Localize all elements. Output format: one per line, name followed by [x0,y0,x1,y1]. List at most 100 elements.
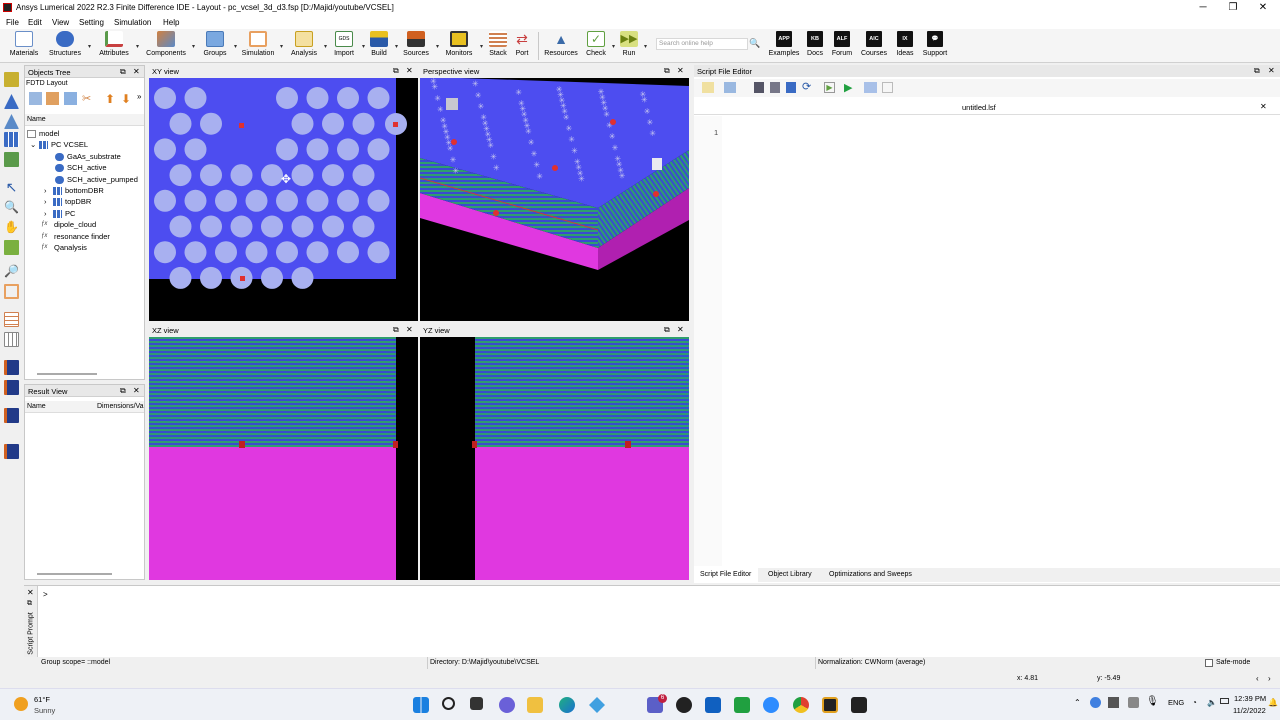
wifi-icon[interactable]: ◔ [1192,698,1197,707]
xz-view-canvas[interactable] [149,337,418,580]
scroll-left-icon[interactable]: ‹ [1256,674,1259,683]
import-button[interactable]: GDS Import ▾ [330,31,365,61]
chevron-down-icon[interactable]: ⌄ [30,140,39,149]
excel-icon[interactable] [734,697,750,713]
float-icon[interactable]: ⧉ [664,325,670,335]
view-xy-icon[interactable] [4,114,19,129]
components-button[interactable]: Components ▾ [144,31,195,61]
lumerical-fdtd-icon[interactable] [822,697,838,713]
script-text-area[interactable] [722,116,1280,566]
run-script-icon[interactable]: ▶ [824,82,835,93]
close-icon[interactable]: ✕ [677,325,684,334]
safe-mode-checkbox[interactable] [1205,659,1213,667]
port-button[interactable]: ⇄ Port [512,31,532,61]
menu-setting[interactable]: Setting [79,18,104,27]
stack-button[interactable]: Stack [486,31,510,61]
float-icon[interactable]: ⧉ [120,67,126,77]
simulation-button[interactable]: Simulation ▾ [240,31,283,61]
view-3d-icon[interactable] [4,94,19,109]
select-cursor-icon[interactable]: ↖ [4,180,19,195]
tree-item[interactable]: › bottomDBR [44,186,104,196]
tree-item[interactable]: model [27,129,59,139]
forum-button[interactable]: ALF Forum [830,31,854,61]
onedrive-icon[interactable] [1090,697,1101,708]
save-all-icon[interactable] [786,82,796,93]
edit-tool-icon[interactable] [4,72,19,87]
language-indicator[interactable]: ENG [1168,698,1184,707]
cut-icon[interactable]: ✂ [82,92,91,105]
perspective-view-canvas[interactable]: ✳ ✳ ✳ ✳ ✳ ✳ ✳ ✳ ✳ ✳ ✳ ✳ ✳ ✳ ✳ ✳ ✳ ✳ ✳ ✳ ✳ ✳ ✳ ✳ ✳ ✳ ✳ ✳ ✳ ✳ ✳ ✳ ✳ ✳ ✳ ✳ ✳ ✳ ✳ ✳… [420,78,689,321]
table-icon[interactable] [4,332,19,347]
save-as-icon[interactable] [770,82,780,93]
yz-view-canvas[interactable] [420,337,689,580]
debug-icon[interactable] [864,82,877,93]
resources-button[interactable]: ▲ Resources [543,31,579,61]
menu-file[interactable]: File [6,18,19,27]
tree-item[interactable]: ƒx resonance finder [41,232,110,241]
scroll-right-icon[interactable]: › [1268,674,1271,683]
chevron-right-icon[interactable]: › [44,186,53,195]
ideas-button[interactable]: IX Ideas [894,31,916,61]
dell-icon[interactable] [676,697,692,713]
courses-button[interactable]: AIC Courses [860,31,888,61]
zoom-icon[interactable] [763,697,779,713]
close-icon[interactable]: ✕ [133,67,140,76]
menu-help[interactable]: Help [163,18,179,27]
tree-item[interactable]: SCH_active [55,163,107,173]
z-slice-icon[interactable] [4,444,19,459]
search-icon[interactable] [442,697,455,710]
examples-button[interactable]: APP Examples [768,31,800,61]
groups-button[interactable]: Groups ▾ [200,31,237,61]
close-icon[interactable]: ✕ [133,386,140,395]
clock-time[interactable]: 12:39 PM [1234,694,1266,703]
move-down-icon[interactable]: ⬇ [121,92,131,106]
microphone-icon[interactable]: 🎙 [1146,696,1159,707]
snipping-tool-icon[interactable] [589,697,605,713]
docs-button[interactable]: KB Docs [804,31,826,61]
tray-app-2-icon[interactable] [1128,697,1139,708]
close-icon[interactable]: ✕ [677,66,684,75]
tree-item[interactable]: › PC [44,209,75,218]
tree-item[interactable]: › topDBR [44,197,91,207]
grid-icon[interactable] [4,132,19,147]
tree-item[interactable]: ƒx Qanalysis [41,243,87,252]
script-file-tab[interactable]: untitled.lsf [962,103,996,112]
chevron-up-icon[interactable]: ⌃ [1074,698,1081,707]
x-axis-icon[interactable] [4,380,19,395]
float-icon[interactable]: ⧉ [393,66,399,76]
tree-item[interactable]: ƒx dipole_cloud [41,220,96,229]
float-icon[interactable]: ⧉ [393,325,399,335]
close-button[interactable]: ✕ [1248,0,1278,16]
float-icon[interactable]: ⧉ [120,386,126,396]
check-button[interactable]: ✓ Check ▾ [584,31,615,61]
tree-item[interactable]: SCH_active_pumped [55,175,138,184]
structure-add-icon[interactable] [29,92,42,105]
tree-item[interactable]: ⌄ PC VCSEL [30,140,88,150]
weather-sun-icon[interactable] [14,697,28,711]
y-slice-icon[interactable] [4,408,19,423]
xy-view-canvas[interactable]: ✥ [149,78,418,321]
chevron-right-icon[interactable]: › [44,197,53,206]
volume-icon[interactable]: 🔈 [1207,698,1217,707]
weather-desc[interactable]: Sunny [34,706,55,715]
run-button[interactable]: ▶▶ Run ▾ [618,31,647,61]
chrome-icon[interactable] [793,697,809,713]
notification-bell-icon[interactable]: 🔔 [1268,698,1278,707]
stop-icon[interactable] [882,82,893,93]
materials-button[interactable]: Materials [8,31,40,61]
refresh-icon[interactable]: ⟳ [802,80,811,93]
delete-icon[interactable] [4,152,19,167]
float-icon[interactable]: ⧉ [1254,66,1260,76]
structures-button[interactable]: Structures ▾ [46,31,91,61]
edge-icon[interactable] [559,697,575,713]
tree-item[interactable]: GaAs_substrate [55,152,121,161]
ruler-icon[interactable] [4,240,19,255]
close-icon[interactable]: ✕ [406,66,413,75]
list-icon[interactable] [64,92,77,105]
windows-start-icon[interactable] [413,697,429,713]
menu-view[interactable]: View [52,18,69,27]
tray-app-icon[interactable] [1108,697,1119,708]
tab-object-library[interactable]: Object Library [768,571,812,578]
script-prompt-input[interactable] [52,588,1272,654]
battery-icon[interactable] [1220,698,1229,704]
